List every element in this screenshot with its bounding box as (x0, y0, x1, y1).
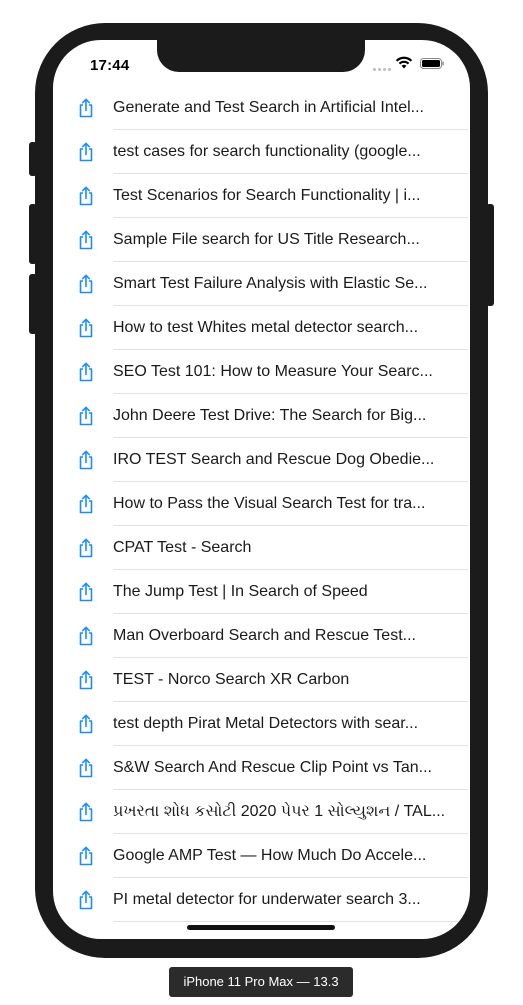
share-icon[interactable] (77, 582, 95, 602)
result-row[interactable]: test cases for search functionality (goo… (53, 130, 470, 174)
result-title: S&W Search And Rescue Clip Point vs Tan.… (113, 759, 432, 776)
result-title: IRO TEST Search and Rescue Dog Obedie... (113, 451, 435, 468)
share-icon[interactable] (77, 406, 95, 426)
result-row[interactable]: Test Scenarios for Search Functionality … (53, 174, 470, 218)
share-icon[interactable] (77, 450, 95, 470)
phone-screen: 17:44 Generate and Test Search in Artifi… (53, 40, 470, 939)
result-title: How to Pass the Visual Search Test for t… (113, 495, 426, 512)
share-icon[interactable] (77, 230, 95, 250)
share-icon[interactable] (77, 98, 95, 118)
share-icon[interactable] (77, 274, 95, 294)
result-row[interactable]: S&W Search And Rescue Clip Point vs Tan.… (53, 746, 470, 790)
share-icon[interactable] (77, 494, 95, 514)
result-title: Test Scenarios for Search Functionality … (113, 187, 421, 204)
result-row[interactable]: John Deere Test Drive: The Search for Bi… (53, 394, 470, 438)
result-title: SEO Test 101: How to Measure Your Searc.… (113, 363, 433, 380)
result-row[interactable]: test depth Pirat Metal Detectors with se… (53, 702, 470, 746)
share-icon[interactable] (77, 318, 95, 338)
status-time: 17:44 (90, 57, 130, 74)
home-indicator[interactable] (187, 925, 335, 930)
share-icon[interactable] (77, 846, 95, 866)
share-icon[interactable] (77, 714, 95, 734)
share-icon[interactable] (77, 890, 95, 910)
result-row[interactable]: પ્રખરતા શોધ કસોટી 2020 પેપર 1 સોલ્યુશન /… (53, 790, 470, 834)
result-row[interactable]: PI metal detector for underwater search … (53, 878, 470, 922)
result-title: The Jump Test | In Search of Speed (113, 583, 368, 600)
result-title: Sample File search for US Title Research… (113, 231, 420, 248)
result-title: test cases for search functionality (goo… (113, 143, 421, 160)
result-title: How to test Whites metal detector search… (113, 319, 419, 336)
share-icon[interactable] (77, 670, 95, 690)
result-title: test depth Pirat Metal Detectors with se… (113, 715, 419, 732)
result-title: Google AMP Test — How Much Do Accele... (113, 847, 427, 864)
result-title: પ્રખરતા શોધ કસોટી 2020 પેપર 1 સોલ્યુશન /… (113, 803, 446, 820)
result-row[interactable]: Google AMP Test — How Much Do Accele... (53, 834, 470, 878)
share-icon[interactable] (77, 186, 95, 206)
share-icon[interactable] (77, 362, 95, 382)
result-title: Generate and Test Search in Artificial I… (113, 99, 424, 116)
share-icon[interactable] (77, 538, 95, 558)
result-row[interactable]: Smart Test Failure Analysis with Elastic… (53, 262, 470, 306)
wifi-icon (395, 56, 413, 69)
result-row[interactable]: Generate and Test Search in Artificial I… (53, 86, 470, 130)
notch (157, 40, 365, 72)
row-separator (113, 921, 468, 922)
result-row[interactable]: How to Pass the Visual Search Test for t… (53, 482, 470, 526)
result-row[interactable]: TEST - Norco Search XR Carbon (53, 658, 470, 702)
result-title: CPAT Test - Search (113, 539, 252, 556)
result-title: Man Overboard Search and Rescue Test... (113, 627, 416, 644)
battery-icon (420, 58, 444, 69)
result-title: PI metal detector for underwater search … (113, 891, 421, 908)
result-row[interactable]: IRO TEST Search and Rescue Dog Obedie... (53, 438, 470, 482)
cellular-signal-icon (373, 68, 391, 71)
result-title: TEST - Norco Search XR Carbon (113, 671, 350, 688)
result-row[interactable]: How to test Whites metal detector search… (53, 306, 470, 350)
result-title: Smart Test Failure Analysis with Elastic… (113, 275, 428, 292)
share-icon[interactable] (77, 802, 95, 822)
device-label: iPhone 11 Pro Max — 13.3 (169, 967, 353, 997)
share-icon[interactable] (77, 626, 95, 646)
result-row[interactable]: Sample File search for US Title Research… (53, 218, 470, 262)
share-icon[interactable] (77, 142, 95, 162)
result-row[interactable]: The Jump Test | In Search of Speed (53, 570, 470, 614)
result-row[interactable]: Man Overboard Search and Rescue Test... (53, 614, 470, 658)
search-results-list: Generate and Test Search in Artificial I… (53, 86, 470, 922)
result-row[interactable]: SEO Test 101: How to Measure Your Searc.… (53, 350, 470, 394)
result-row[interactable]: CPAT Test - Search (53, 526, 470, 570)
share-icon[interactable] (77, 758, 95, 778)
result-title: John Deere Test Drive: The Search for Bi… (113, 407, 427, 424)
